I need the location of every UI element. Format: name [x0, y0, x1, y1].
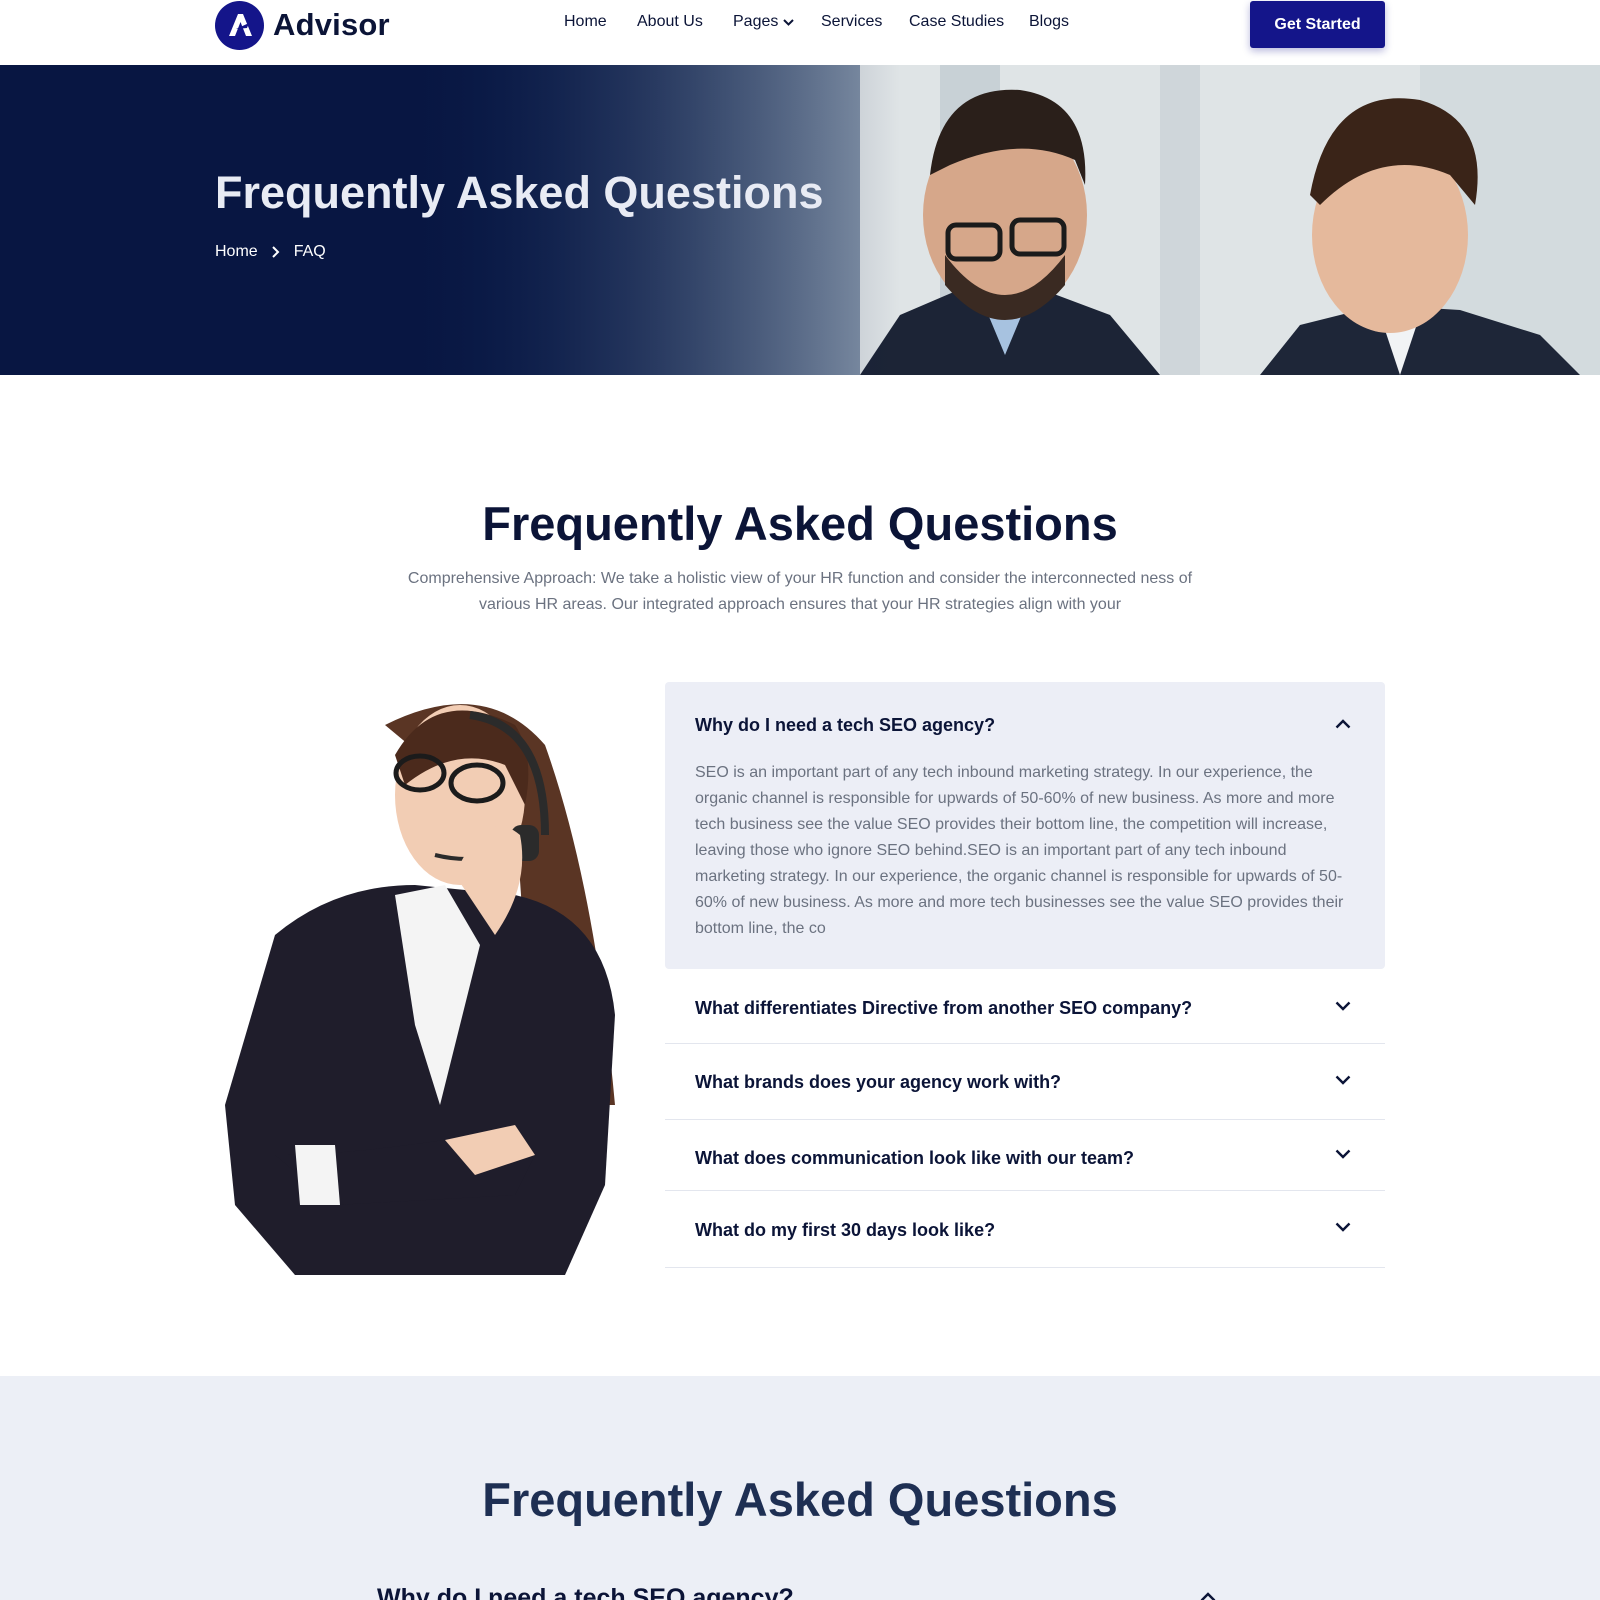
nav-pages[interactable]: Pages: [733, 13, 795, 31]
faq-question[interactable]: What do my first 30 days look like?: [695, 1220, 995, 1241]
faq-list-collapsed: What differentiates Directive from anoth…: [665, 969, 1385, 1268]
faq-section-secondary: Frequently Asked Questions Why do I need…: [0, 1376, 1600, 1600]
brand-name: Advisor: [273, 7, 390, 42]
support-agent-image: [225, 704, 615, 1275]
chevron-down-icon[interactable]: [1335, 1222, 1351, 1232]
nav-home[interactable]: Home: [564, 13, 607, 31]
faq-item-open: Why do I need a tech SEO agency? SEO is …: [665, 682, 1385, 969]
breadcrumb-current: FAQ: [293, 243, 326, 260]
faq-item[interactable]: What do my first 30 days look like?: [665, 1191, 1385, 1268]
chevron-right-icon: [271, 246, 280, 258]
breadcrumb-home[interactable]: Home: [215, 243, 258, 261]
faq-answer: SEO is an important part of any tech inb…: [695, 764, 1344, 937]
nav-case-studies[interactable]: Case Studies: [909, 13, 1004, 31]
breadcrumb: Home FAQ: [215, 243, 326, 261]
logo[interactable]: Advisor: [215, 0, 390, 50]
faq2-title: Frequently Asked Questions: [482, 1473, 1118, 1526]
faq-question[interactable]: What does communication look like with o…: [695, 1148, 1134, 1169]
faq-item[interactable]: What does communication look like with o…: [665, 1120, 1385, 1191]
chevron-down-icon: [783, 18, 795, 26]
site-header: Advisor Home About Us Pages Services Cas…: [0, 0, 1600, 65]
faq-question[interactable]: What differentiates Directive from anoth…: [695, 998, 1192, 1019]
hero-title: Frequently Asked Questions: [215, 167, 824, 218]
faq-item[interactable]: What differentiates Directive from anoth…: [665, 969, 1385, 1044]
hero-people-image: [860, 65, 1600, 375]
advisor-logo-icon: [215, 0, 264, 50]
nav-services[interactable]: Services: [821, 13, 882, 31]
nav-blogs[interactable]: Blogs: [1029, 13, 1069, 31]
faq-subtitle: Comprehensive Approach: We take a holist…: [407, 570, 1193, 613]
faq-item[interactable]: What brands does your agency work with?: [665, 1044, 1385, 1120]
chevron-down-icon[interactable]: [1335, 1149, 1351, 1159]
faq-title: Frequently Asked Questions: [482, 497, 1118, 550]
chevron-down-icon[interactable]: [1335, 1001, 1351, 1011]
hero-overlay: [0, 65, 900, 375]
nav-pages-label: Pages: [733, 13, 779, 30]
get-started-button[interactable]: Get Started: [1250, 1, 1385, 48]
page-hero: Frequently Asked Questions Home FAQ: [0, 65, 1600, 375]
chevron-up-icon[interactable]: [1335, 719, 1351, 729]
faq2-question[interactable]: Why do I need a tech SEO agency?: [377, 1584, 794, 1600]
chevron-up-icon[interactable]: [1200, 1592, 1216, 1600]
nav-about-us[interactable]: About Us: [637, 13, 703, 31]
faq-question[interactable]: What brands does your agency work with?: [695, 1072, 1061, 1093]
faq-question[interactable]: Why do I need a tech SEO agency?: [695, 715, 995, 736]
chevron-down-icon[interactable]: [1335, 1075, 1351, 1085]
